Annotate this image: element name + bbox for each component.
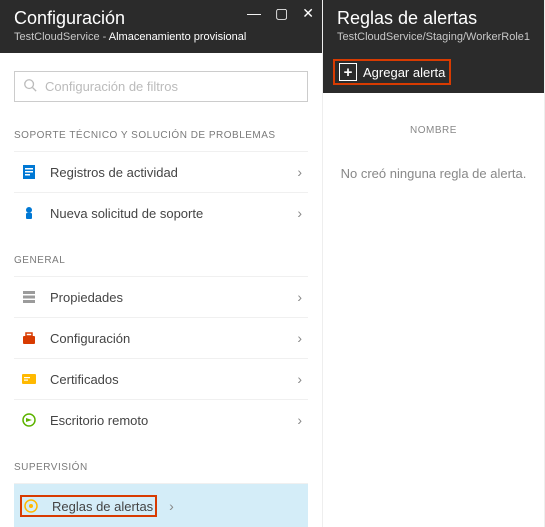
plus-icon: + (339, 63, 357, 81)
section-monitoring-label: SUPERVISIÓN (14, 462, 308, 473)
settings-header: Configuración TestCloudService - Almacen… (0, 0, 322, 53)
menu-label: Escritorio remoto (50, 413, 285, 428)
alerts-blade: Reglas de alertas TestCloudService/Stagi… (323, 0, 545, 527)
search-icon (23, 78, 37, 95)
chevron-right-icon: › (297, 330, 302, 346)
menu-label: Certificados (50, 372, 285, 387)
alert-icon (22, 497, 40, 515)
menu-label: Reglas de alertas (52, 499, 153, 514)
menu-certificates[interactable]: Certificados › (14, 358, 308, 399)
support-icon (20, 204, 38, 222)
alerts-title: Reglas de alertas (337, 8, 530, 29)
chevron-right-icon: › (297, 205, 302, 221)
properties-icon (20, 288, 38, 306)
menu-label: Registros de actividad (50, 165, 285, 180)
alerts-header: Reglas de alertas TestCloudService/Stagi… (323, 0, 544, 53)
add-alert-label: Agregar alerta (363, 65, 445, 80)
alerts-command-bar: + Agregar alerta (323, 53, 544, 93)
settings-content: SOPORTE TÉCNICO Y SOLUCIÓN DE PROBLEMAS … (0, 53, 322, 527)
search-input[interactable] (45, 79, 299, 94)
settings-search[interactable] (14, 71, 308, 102)
menu-label: Nueva solicitud de soporte (50, 206, 285, 221)
minimize-icon[interactable]: — (247, 6, 261, 20)
alerts-breadcrumb: TestCloudService/Staging/WorkerRole1 (337, 31, 530, 43)
chevron-right-icon: › (297, 371, 302, 387)
toolbox-icon (20, 329, 38, 347)
menu-remote-desktop[interactable]: Escritorio remoto › (14, 399, 308, 440)
section-support-label: SOPORTE TÉCNICO Y SOLUCIÓN DE PROBLEMAS (14, 130, 308, 141)
chevron-right-icon: › (297, 289, 302, 305)
menu-alert-rules[interactable]: Reglas de alertas › (14, 483, 308, 527)
section-general-label: GENERAL (14, 255, 308, 266)
settings-blade: Configuración TestCloudService - Almacen… (0, 0, 323, 527)
menu-label: Propiedades (50, 290, 285, 305)
window-controls: — ▢ ✕ (247, 6, 314, 20)
menu-activity-logs[interactable]: Registros de actividad › (14, 151, 308, 192)
menu-properties[interactable]: Propiedades › (14, 276, 308, 317)
menu-support-request[interactable]: Nueva solicitud de soporte › (14, 192, 308, 233)
close-icon[interactable]: ✕ (302, 6, 314, 20)
alert-rules-highlight: Reglas de alertas (20, 495, 157, 517)
chevron-right-icon: › (297, 412, 302, 428)
menu-configuration[interactable]: Configuración › (14, 317, 308, 358)
alerts-content: NOMBRE No creó ninguna regla de alerta. (323, 93, 544, 527)
settings-breadcrumb: TestCloudService - Almacenamiento provis… (14, 31, 308, 43)
maximize-icon[interactable]: ▢ (275, 6, 288, 20)
alerts-empty-message: No creó ninguna regla de alerta. (337, 166, 530, 181)
activity-log-icon (20, 163, 38, 181)
menu-label: Configuración (50, 331, 285, 346)
chevron-right-icon: › (297, 164, 302, 180)
add-alert-button[interactable]: + Agregar alerta (333, 59, 451, 85)
remote-desktop-icon (20, 411, 38, 429)
chevron-right-icon: › (169, 498, 174, 514)
certificate-icon (20, 370, 38, 388)
column-name-header: NOMBRE (337, 125, 530, 136)
